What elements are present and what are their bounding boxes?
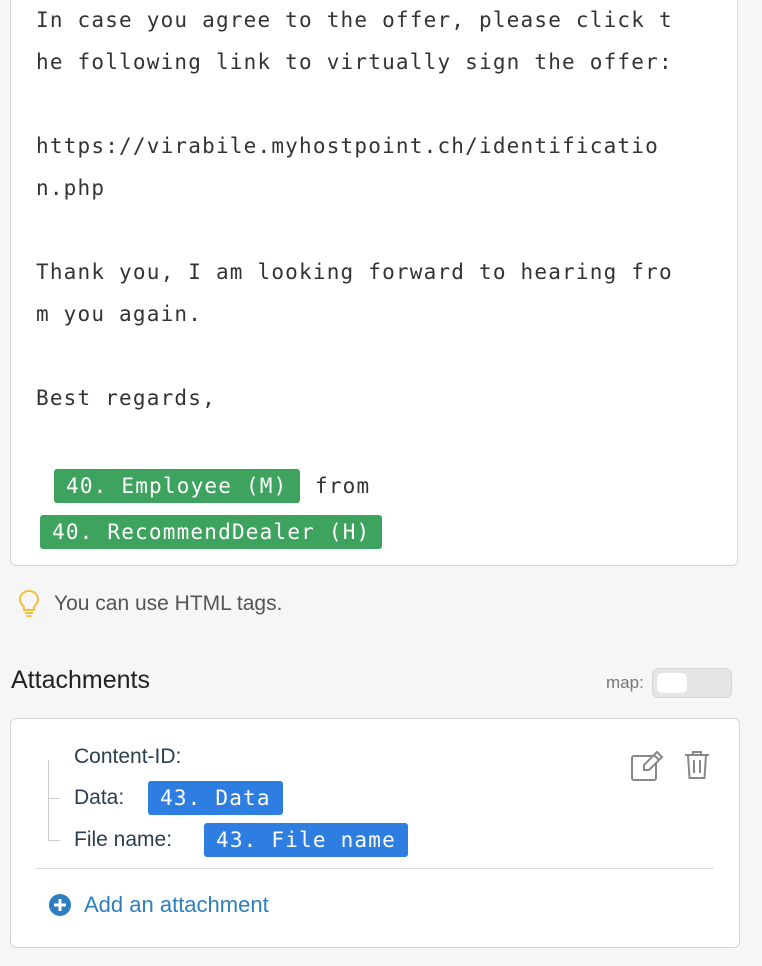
content-id-label: Content-ID:: [74, 745, 182, 768]
tree-connector-tick: [48, 798, 60, 799]
map-toggle[interactable]: [651, 668, 732, 698]
editor-line: he following link to virtually sign the …: [36, 50, 673, 74]
editor-line: m you again.: [36, 302, 203, 326]
editor-line: In case you agree to the offer, please c…: [36, 8, 673, 32]
html-tags-hint: You can use HTML tags.: [18, 589, 282, 619]
trash-icon[interactable]: [684, 750, 710, 780]
editor-line: Best regards,: [36, 386, 216, 410]
editor-line: https://virabile.myhostpoint.ch/identifi…: [36, 134, 659, 158]
edit-icon[interactable]: [630, 750, 664, 782]
map-label: map:: [606, 673, 644, 692]
recommend-dealer-variable-tag[interactable]: 40. RecommendDealer (H): [40, 515, 383, 549]
file-name-variable-tag[interactable]: 43. File name: [204, 823, 408, 857]
editor-line: Thank you, I am looking forward to heari…: [36, 260, 673, 284]
add-attachment-link[interactable]: Add an attachment: [48, 892, 269, 918]
editor-line: n.php: [36, 176, 106, 200]
editor-from-text: from: [315, 474, 371, 498]
employee-variable-tag[interactable]: 40. Employee (M): [54, 469, 300, 503]
tree-connector-tick: [48, 840, 60, 841]
tree-connector: [48, 760, 59, 840]
map-toggle-group: map:: [606, 668, 732, 698]
attachments-title: Attachments: [11, 666, 150, 694]
toggle-knob: [656, 673, 687, 693]
file-name-label: File name:: [74, 828, 173, 851]
add-attachment-label: Add an attachment: [84, 892, 269, 917]
hint-text: You can use HTML tags.: [54, 592, 283, 615]
plus-circle-icon: [49, 894, 71, 916]
attachments-divider: [36, 868, 714, 869]
lightbulb-icon: [18, 589, 40, 617]
data-variable-tag[interactable]: 43. Data: [148, 781, 283, 815]
data-label: Data:: [74, 786, 125, 809]
